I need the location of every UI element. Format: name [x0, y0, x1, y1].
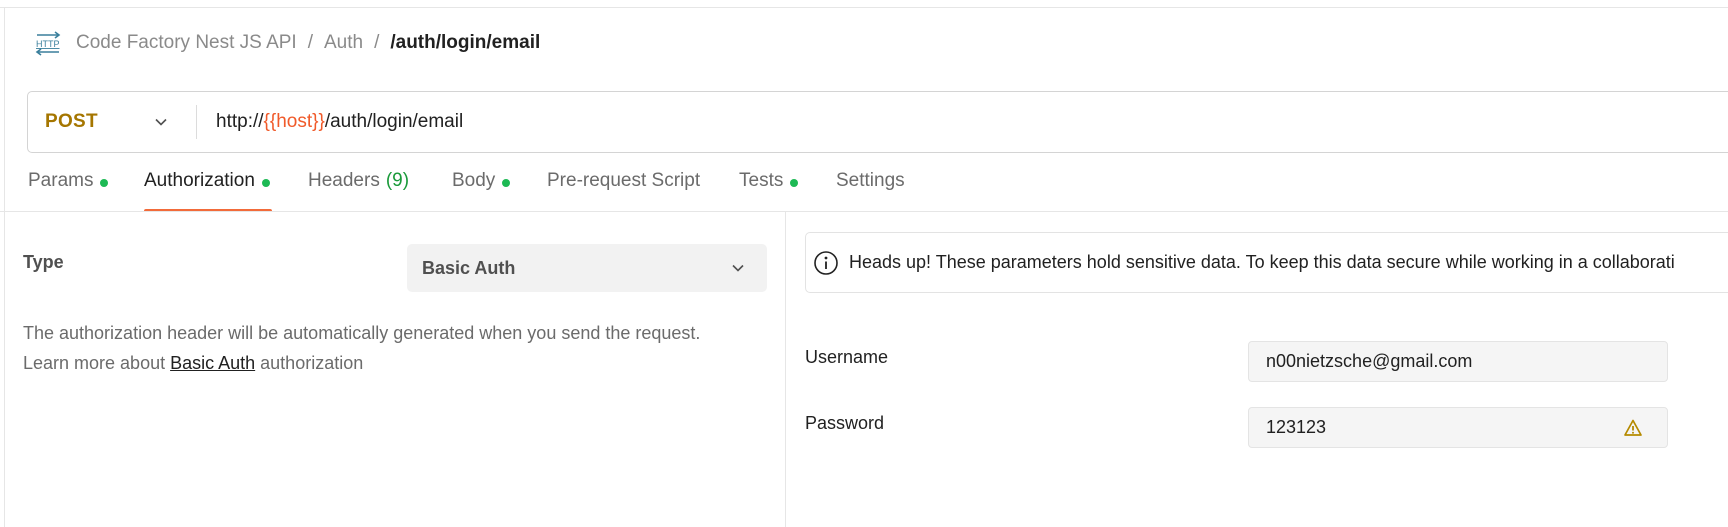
- auth-description: The authorization header will be automat…: [23, 318, 700, 378]
- auth-type-value: Basic Auth: [422, 257, 516, 278]
- url-input[interactable]: http://{{host}}/auth/login/email: [197, 111, 463, 133]
- username-input[interactable]: [1248, 341, 1668, 382]
- headers-count: (9): [385, 170, 410, 191]
- status-dot: [502, 179, 511, 187]
- status-dot: [100, 179, 109, 187]
- tab-params-label: Params: [28, 170, 94, 191]
- tab-tests-label: Tests: [739, 170, 784, 191]
- notice-text: Heads up! These parameters hold sensitiv…: [849, 252, 1675, 272]
- password-input[interactable]: [1248, 407, 1668, 448]
- tab-headers-label: Headers: [308, 170, 380, 191]
- auth-type-select[interactable]: Basic Auth: [407, 244, 767, 292]
- url-prefix: http://: [216, 111, 264, 132]
- svg-text:HTTP: HTTP: [36, 39, 60, 49]
- tab-tests[interactable]: Tests: [739, 170, 799, 212]
- tab-authorization[interactable]: Authorization: [144, 170, 272, 212]
- status-dot: [261, 179, 270, 187]
- request-tabs: Params Authorization Headers (9) Body Pre…: [0, 170, 1728, 212]
- tab-settings-label: Settings: [836, 170, 905, 191]
- learn-more-prefix: Learn more about: [23, 353, 171, 373]
- url-variable[interactable]: {{host}}: [264, 111, 325, 132]
- top-divider: [0, 7, 1728, 8]
- breadcrumb-collection[interactable]: Code Factory Nest JS API: [76, 32, 297, 54]
- tab-headers[interactable]: Headers (9): [308, 170, 409, 212]
- left-divider: [4, 8, 5, 527]
- chevron-down-icon: [732, 264, 744, 272]
- url-suffix: /auth/login/email: [324, 111, 464, 132]
- tabs-divider: [0, 211, 1728, 212]
- learn-more-suffix: authorization: [255, 353, 364, 373]
- tab-pre-request-label: Pre-request Script: [547, 170, 701, 191]
- method-label: POST: [45, 111, 98, 132]
- panel-divider[interactable]: [785, 212, 786, 527]
- breadcrumb-separator: /: [374, 32, 380, 53]
- tab-body-label: Body: [452, 170, 496, 191]
- sensitive-data-notice: Heads up! These parameters hold sensitiv…: [805, 232, 1728, 293]
- breadcrumb-folder[interactable]: Auth: [324, 32, 363, 54]
- username-label: Username: [805, 347, 889, 367]
- password-label: Password: [805, 413, 885, 433]
- tab-body[interactable]: Body: [452, 170, 511, 212]
- status-dot: [790, 179, 799, 187]
- http-request-icon: HTTP: [34, 30, 62, 56]
- warning-icon[interactable]: [1623, 418, 1643, 438]
- basic-auth-link[interactable]: Basic Auth: [170, 353, 255, 373]
- breadcrumb: HTTP Code Factory Nest JS API / Auth / /…: [34, 30, 540, 56]
- tab-authorization-label: Authorization: [144, 170, 255, 191]
- breadcrumb-separator: /: [307, 32, 313, 53]
- request-url-bar: POST http://{{host}}/auth/login/email: [27, 91, 1728, 153]
- method-select[interactable]: POST: [28, 92, 196, 152]
- chevron-down-icon: [155, 118, 167, 126]
- auth-type-label: Type: [23, 252, 64, 272]
- auth-description-line: The authorization header will be automat…: [23, 323, 701, 343]
- breadcrumb-request-name[interactable]: /auth/login/email: [390, 32, 540, 54]
- tab-settings[interactable]: Settings: [836, 170, 905, 212]
- auth-description-line: Learn more about Basic Auth authorizatio…: [23, 348, 700, 378]
- tab-pre-request-script[interactable]: Pre-request Script: [547, 170, 700, 212]
- tab-params[interactable]: Params: [28, 170, 109, 212]
- info-icon: [814, 250, 838, 275]
